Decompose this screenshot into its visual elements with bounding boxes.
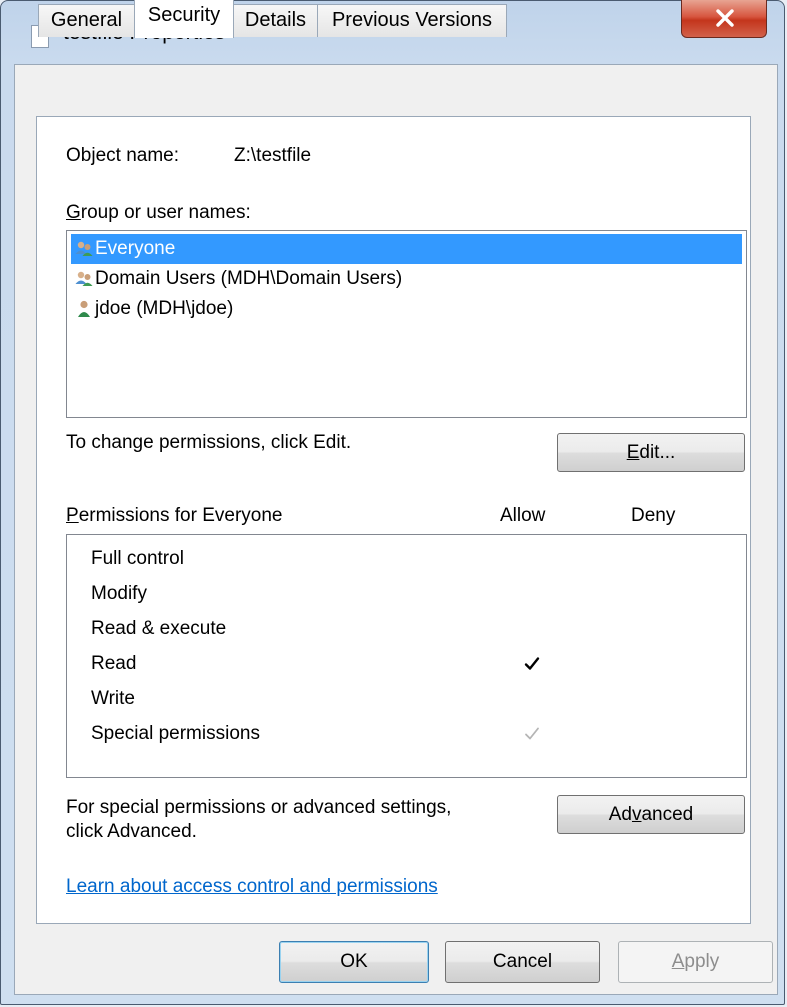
permission-row: Read & execute (91, 618, 226, 640)
list-item[interactable]: jdoe (MDH\jdoe) (71, 294, 742, 324)
close-button[interactable] (681, 0, 767, 38)
permission-row: Special permissions (91, 723, 539, 745)
permissions-label-text: ermissions for Everyone (78, 505, 283, 526)
permission-name: Read (91, 653, 137, 674)
permissions-label: Permissions for Everyone (66, 505, 282, 527)
edit-button[interactable]: Edit... (557, 433, 745, 472)
allow-checkmark-gray-icon (525, 727, 539, 740)
permission-row: Write (91, 688, 135, 710)
advanced-button-label-start: Ad (608, 804, 632, 825)
list-item[interactable]: Domain Users (MDH\Domain Users) (71, 264, 742, 294)
object-name-value: Z:\testfile (234, 145, 312, 166)
group-user-listbox[interactable]: Everyone Domain Users (MDH\Domain Users)… (66, 230, 747, 418)
edit-accelerator: E (626, 442, 640, 463)
advanced-hint: For special permissions or advanced sett… (66, 796, 451, 844)
apply-button[interactable]: Apply (618, 941, 773, 983)
permissions-list: Full control Modify Read & execute Read … (66, 534, 747, 778)
close-icon (716, 9, 734, 27)
permission-row: Read (91, 653, 540, 675)
permission-name: Full control (91, 548, 184, 569)
permission-name: Special permissions (91, 723, 260, 744)
ok-button[interactable]: OK (279, 941, 429, 983)
advanced-hint-line1: For special permissions or advanced sett… (66, 797, 452, 818)
advanced-button-label-end: anced (641, 804, 694, 825)
permission-name: Read & execute (91, 618, 227, 639)
permission-row: Full control (91, 548, 184, 570)
edit-button-label: dit... (639, 442, 676, 463)
users-group-icon (75, 241, 93, 256)
permission-name: Modify (91, 583, 147, 604)
tab-general[interactable]: General (38, 4, 135, 37)
users-group-icon (75, 271, 93, 286)
tab-details[interactable]: Details (233, 4, 318, 37)
cancel-button[interactable]: Cancel (445, 941, 600, 983)
apply-button-label: pply (684, 951, 720, 972)
list-item-label: Everyone (95, 238, 176, 259)
group-label-text: roup or user names: (80, 202, 251, 223)
tab-security[interactable]: Security (134, 0, 234, 38)
permission-row: Modify (91, 583, 147, 605)
object-name-label: Object name: (66, 145, 179, 166)
change-permissions-hint: To change permissions, click Edit. (66, 432, 352, 453)
group-list-label: Group or user names: (66, 202, 251, 224)
list-item-label: jdoe (MDH\jdoe) (95, 298, 234, 319)
advanced-hint-line2: click Advanced. (66, 821, 197, 842)
permission-name: Write (91, 688, 135, 709)
access-control-help-link[interactable]: Learn about access control and permissio… (66, 876, 438, 898)
allow-checkmark-icon (524, 657, 540, 670)
group-label-accelerator: G (66, 202, 81, 223)
list-item[interactable]: Everyone (71, 234, 742, 264)
user-icon (78, 300, 90, 317)
properties-window: testfile Properties General Security Det… (0, 0, 785, 1005)
apply-accelerator: A (671, 951, 685, 972)
advanced-button[interactable]: Advanced (557, 795, 745, 834)
tab-previous-versions[interactable]: Previous Versions (317, 4, 507, 37)
list-item-label: Domain Users (MDH\Domain Users) (95, 268, 403, 289)
allow-header: Allow (500, 505, 546, 526)
deny-header: Deny (631, 505, 676, 526)
permissions-label-accelerator: P (66, 505, 79, 526)
